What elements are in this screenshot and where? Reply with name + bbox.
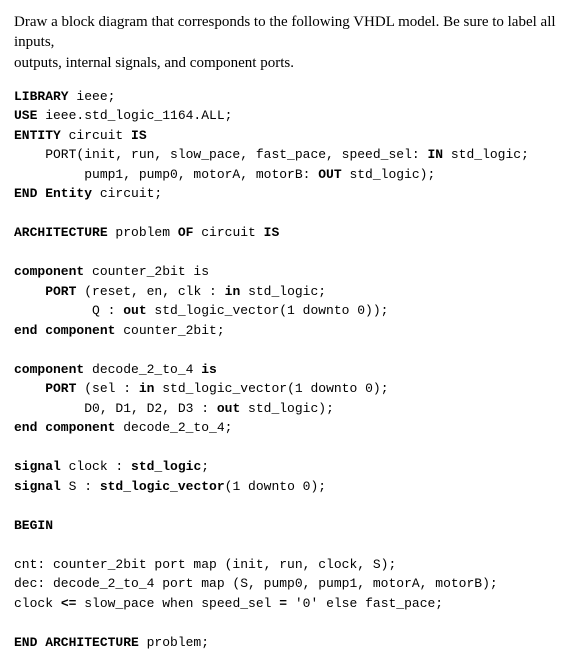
kw-architecture: ARCHITECTURE: [14, 225, 108, 240]
code-text: problem: [108, 225, 178, 240]
kw-type: std_logic: [131, 459, 201, 474]
intro-line1: Draw a block diagram that corresponds to…: [14, 14, 556, 50]
code-text: std_logic);: [240, 401, 334, 416]
kw-eq: =: [279, 596, 287, 611]
problem-statement: Draw a block diagram that corresponds to…: [14, 12, 574, 73]
code-text: pump1, pump0, motorA, motorB:: [14, 167, 318, 182]
kw-component: component: [14, 362, 84, 377]
code-text: ;: [201, 459, 209, 474]
kw-end-architecture: END ARCHITECTURE: [14, 635, 139, 650]
kw-end-component: end component: [14, 420, 115, 435]
code-text: clock: [14, 596, 61, 611]
kw-out: OUT: [318, 167, 341, 182]
kw-is: IS: [264, 225, 280, 240]
code-text: clock :: [61, 459, 131, 474]
code-text: circuit;: [92, 186, 162, 201]
code-text: D0, D1, D2, D3 :: [14, 401, 217, 416]
kw-out: out: [123, 303, 146, 318]
code-text: S :: [61, 479, 100, 494]
kw-assign: <=: [61, 596, 77, 611]
code-text: dec: decode_2_to_4 port map (S, pump0, p…: [14, 576, 498, 591]
kw-library: LIBRARY: [14, 89, 69, 104]
kw-port: PORT: [14, 381, 76, 396]
kw-use: USE: [14, 108, 37, 123]
kw-type: std_logic_vector: [100, 479, 225, 494]
code-text: std_logic);: [342, 167, 436, 182]
kw-is: is: [201, 362, 217, 377]
kw-begin: BEGIN: [14, 518, 53, 533]
code-text: slow_pace when speed_sel: [76, 596, 279, 611]
code-text: std_logic;: [443, 147, 529, 162]
kw-in: IN: [427, 147, 443, 162]
code-text: ieee;: [69, 89, 116, 104]
kw-signal: signal: [14, 459, 61, 474]
code-text: circuit: [193, 225, 263, 240]
kw-port: PORT: [14, 284, 76, 299]
code-text: decode_2_to_4: [84, 362, 201, 377]
kw-in: in: [139, 381, 155, 396]
code-text: decode_2_to_4;: [115, 420, 232, 435]
code-text: PORT(init, run, slow_pace, fast_pace, sp…: [14, 147, 427, 162]
code-text: Q :: [14, 303, 123, 318]
kw-of: OF: [178, 225, 194, 240]
code-text: counter_2bit;: [115, 323, 224, 338]
code-text: std_logic_vector(1 downto 0));: [147, 303, 389, 318]
code-text: ieee.std_logic_1164.ALL;: [37, 108, 232, 123]
code-text: (reset, en, clk :: [76, 284, 224, 299]
vhdl-code-block: LIBRARY ieee; USE ieee.std_logic_1164.AL…: [14, 87, 574, 653]
code-text: std_logic;: [240, 284, 326, 299]
kw-signal: signal: [14, 479, 61, 494]
kw-entity: ENTITY: [14, 128, 61, 143]
kw-is: IS: [131, 128, 147, 143]
code-text: cnt: counter_2bit port map (init, run, c…: [14, 557, 396, 572]
code-text: (sel :: [76, 381, 138, 396]
code-text: counter_2bit is: [84, 264, 209, 279]
kw-in: in: [225, 284, 241, 299]
kw-end-entity: END Entity: [14, 186, 92, 201]
kw-component: component: [14, 264, 84, 279]
kw-end-component: end component: [14, 323, 115, 338]
kw-out: out: [217, 401, 240, 416]
code-text: '0' else fast_pace;: [287, 596, 443, 611]
code-text: std_logic_vector(1 downto 0);: [154, 381, 388, 396]
code-text: (1 downto 0);: [225, 479, 326, 494]
code-text: problem;: [139, 635, 209, 650]
code-text: circuit: [61, 128, 131, 143]
intro-line2: outputs, internal signals, and component…: [14, 55, 294, 71]
